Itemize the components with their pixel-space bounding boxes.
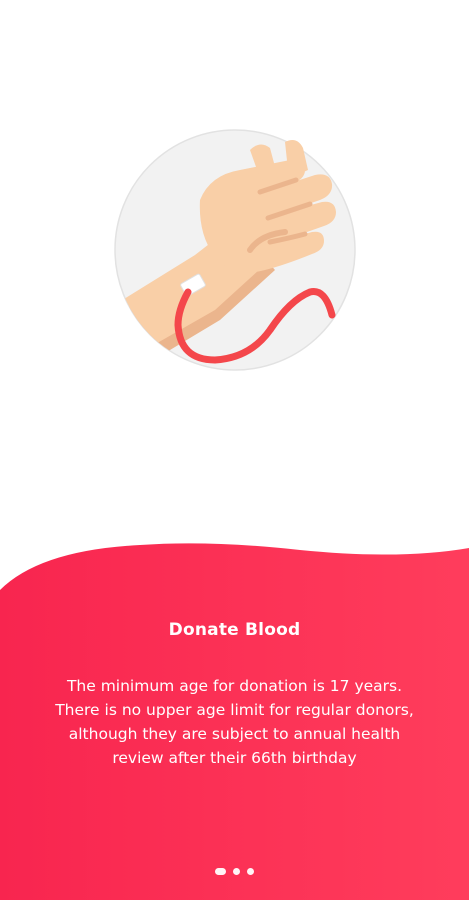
- page-title: Donate Blood: [168, 620, 301, 640]
- page-description: The minimum age for donation is 17 years…: [55, 677, 414, 767]
- page-dot-3[interactable]: [247, 868, 254, 875]
- onboarding-text: Donate Blood The minimum age for donatio…: [0, 620, 469, 770]
- illustration: [100, 120, 370, 390]
- page-indicator[interactable]: [0, 868, 469, 875]
- page-dot-1[interactable]: [215, 868, 226, 875]
- page-dot-2[interactable]: [233, 868, 240, 875]
- hand-blood-donation-icon: [114, 129, 356, 371]
- onboarding-screen: Donate Blood The minimum age for donatio…: [0, 0, 469, 900]
